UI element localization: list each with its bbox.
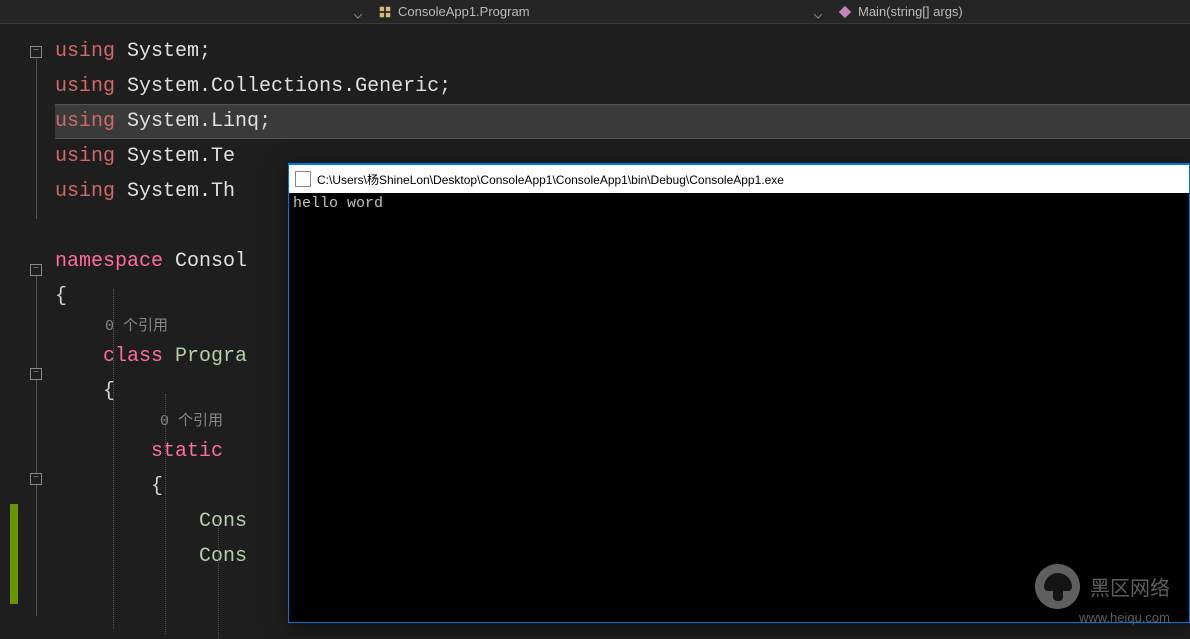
- change-indicator: [10, 504, 18, 604]
- console-window[interactable]: C:\Users\杨ShineLon\Desktop\ConsoleApp1\C…: [288, 163, 1190, 623]
- nav-class-label: ConsoleApp1.Program: [398, 4, 530, 19]
- class-icon: [378, 5, 392, 19]
- editor-gutter: − − − −: [0, 24, 55, 624]
- chevron-down-icon: [814, 8, 822, 16]
- nav-class-dropdown[interactable]: ConsoleApp1.Program: [370, 0, 830, 23]
- watermark-text: 黑区网络: [1090, 578, 1170, 600]
- fold-toggle[interactable]: −: [30, 264, 42, 276]
- console-title: C:\Users\杨ShineLon\Desktop\ConsoleApp1\C…: [317, 171, 784, 188]
- console-output: hello word: [289, 193, 1189, 622]
- console-titlebar[interactable]: C:\Users\杨ShineLon\Desktop\ConsoleApp1\C…: [289, 165, 1189, 193]
- fold-toggle[interactable]: −: [30, 368, 42, 380]
- code-line[interactable]: using System;: [55, 34, 1190, 69]
- watermark-url: www.heiqu.com: [1079, 610, 1170, 625]
- fold-toggle[interactable]: −: [30, 46, 42, 58]
- nav-scope-dropdown[interactable]: [0, 0, 370, 23]
- fold-toggle[interactable]: −: [30, 473, 42, 485]
- console-app-icon: [295, 171, 311, 187]
- method-icon: [838, 5, 852, 19]
- watermark: 黑区网络 www.heiqu.com: [1035, 564, 1170, 609]
- nav-method-label: Main(string[] args): [858, 4, 963, 19]
- nav-method-dropdown[interactable]: Main(string[] args): [830, 0, 1190, 23]
- code-line-active[interactable]: using System.Linq;: [55, 104, 1190, 139]
- editor-nav-bar: ConsoleApp1.Program Main(string[] args): [0, 0, 1190, 24]
- code-line[interactable]: using System.Collections.Generic;: [55, 69, 1190, 104]
- chevron-down-icon: [354, 8, 362, 16]
- watermark-logo-icon: [1035, 564, 1080, 609]
